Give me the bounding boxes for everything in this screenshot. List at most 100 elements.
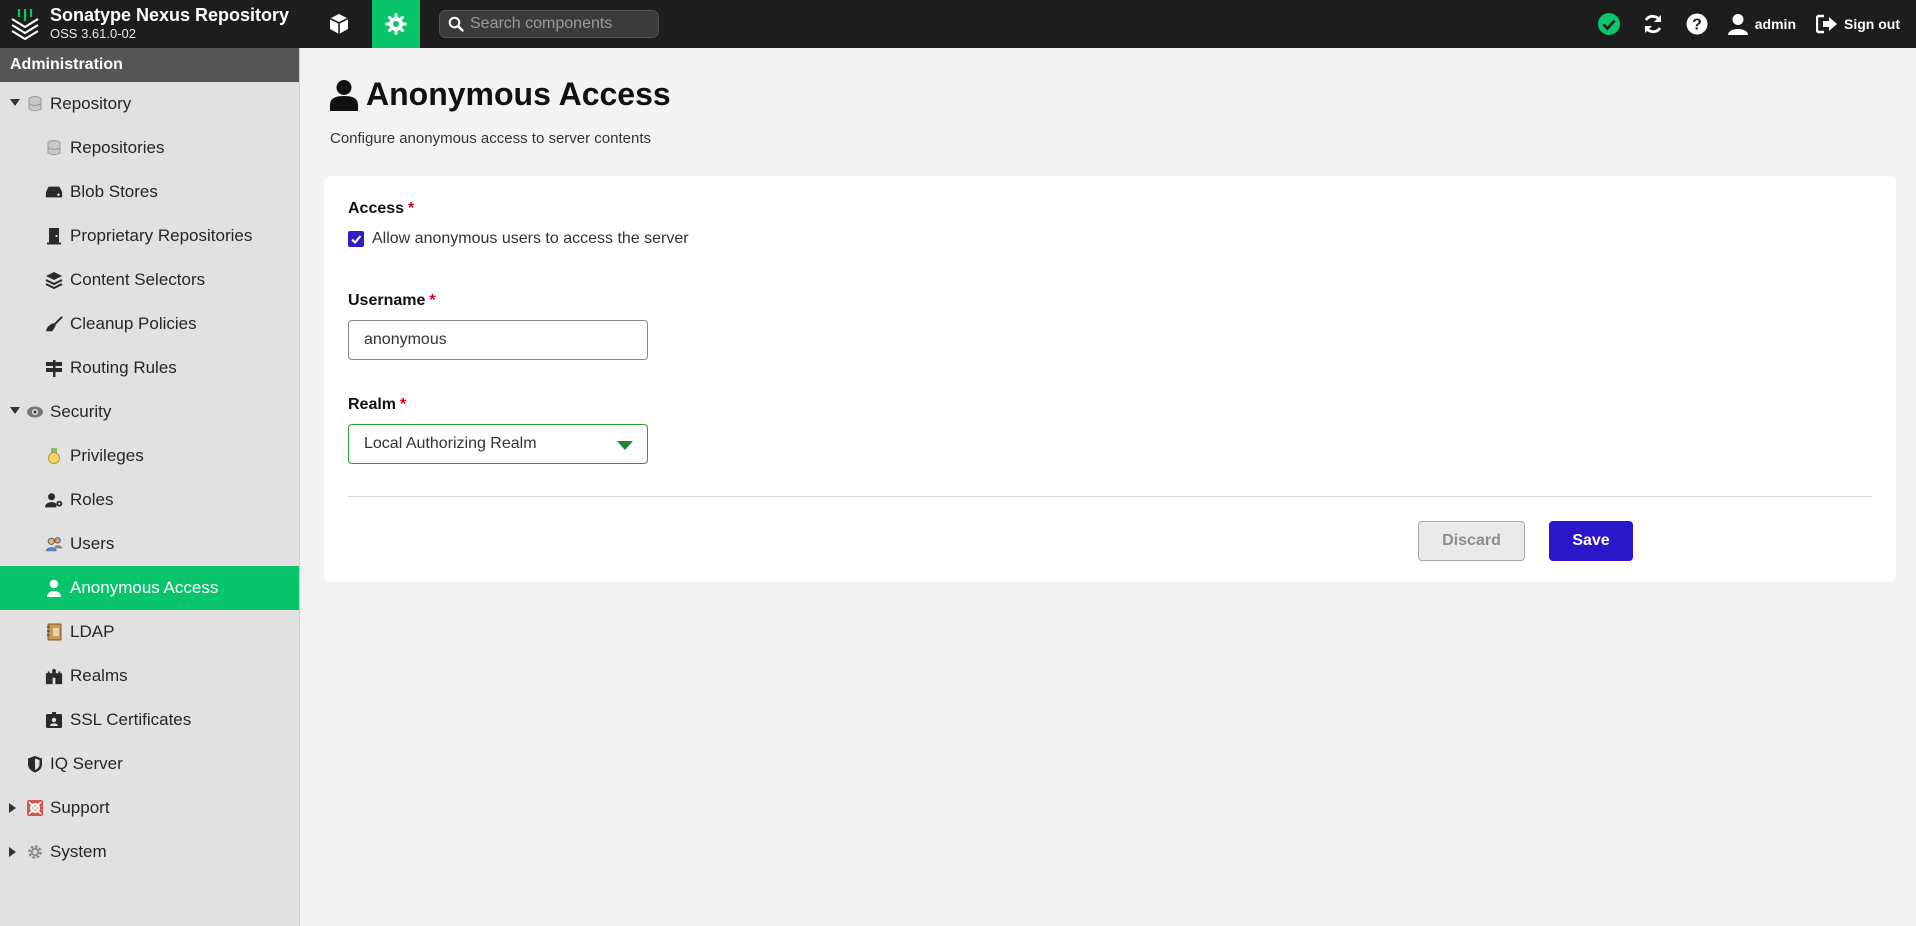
sidebar-item-label: Cleanup Policies	[70, 314, 197, 333]
help-icon: ?	[1686, 13, 1708, 35]
username-label-text: Username	[348, 292, 426, 309]
sidebar-item-proprietary-repositories[interactable]: Proprietary Repositories	[0, 214, 299, 258]
address-book-icon	[45, 623, 63, 641]
sidebar-item-users[interactable]: Users	[0, 522, 299, 566]
form-divider	[348, 496, 1872, 497]
sidebar-item-label: IQ Server	[50, 754, 123, 773]
sidebar-item-label: Repository	[50, 94, 132, 113]
layers-icon	[45, 271, 63, 289]
caret-down-icon[interactable]	[10, 407, 20, 414]
checkmark-icon	[351, 235, 362, 244]
help-button[interactable]: ?	[1675, 0, 1719, 48]
allow-anonymous-row[interactable]: Allow anonymous users to access the serv…	[348, 230, 689, 248]
lifebuoy-icon	[26, 799, 44, 817]
sidebar-item-label: Routing Rules	[70, 358, 177, 377]
sidebar-item-repository[interactable]: Repository	[0, 82, 299, 126]
username-input[interactable]	[348, 320, 648, 360]
user-icon	[1727, 14, 1748, 35]
realm-selected-value: Local Authorizing Realm	[364, 435, 537, 452]
sidebar-item-routing-rules[interactable]: Routing Rules	[0, 346, 299, 390]
search-box[interactable]	[439, 10, 659, 38]
sidebar-item-label: Content Selectors	[70, 270, 206, 289]
user-name: admin	[1754, 16, 1796, 32]
door-icon	[45, 227, 63, 245]
app-name: Sonatype Nexus Repository	[50, 5, 290, 25]
save-button[interactable]: Save	[1549, 521, 1633, 561]
hard-drive-icon	[45, 183, 63, 201]
sidebar-item-privileges[interactable]: Privileges	[0, 434, 299, 478]
discard-button[interactable]: Discard	[1418, 521, 1525, 561]
sidebar-item-repositories[interactable]: Repositories	[0, 126, 299, 170]
sidebar-item-label: Users	[70, 534, 115, 553]
refresh-button[interactable]	[1631, 0, 1675, 48]
id-badge-icon	[45, 711, 63, 729]
status-ok-icon	[1597, 13, 1620, 35]
chevron-down-icon	[617, 441, 633, 450]
users-icon	[45, 535, 63, 553]
sidebar-item-label: System	[50, 842, 107, 861]
sidebar-item-anonymous-access[interactable]: Anonymous Access	[0, 566, 299, 610]
sidebar-item-blob-stores[interactable]: Blob Stores	[0, 170, 299, 214]
user-icon	[330, 79, 358, 111]
sign-out-label: Sign out	[1844, 16, 1900, 32]
sidebar-item-iq-server[interactable]: IQ Server	[0, 742, 299, 786]
sidebar-title: Administration	[0, 48, 299, 82]
sidebar-item-realms[interactable]: Realms	[0, 654, 299, 698]
search-input[interactable]	[470, 15, 650, 33]
gear-icon	[385, 13, 407, 35]
sidebar-item-roles[interactable]: Roles	[0, 478, 299, 522]
user-icon	[45, 579, 63, 597]
sidebar-item-label: Support	[50, 798, 110, 817]
sidebar-item-cleanup-policies[interactable]: Cleanup Policies	[0, 302, 299, 346]
sign-out-icon	[1816, 14, 1837, 34]
sidebar-item-support[interactable]: Support	[0, 786, 299, 830]
required-marker: *	[429, 292, 436, 309]
caret-right-icon[interactable]	[9, 803, 16, 813]
database-icon	[45, 139, 63, 157]
caret-down-icon[interactable]	[10, 99, 20, 106]
user-menu[interactable]: admin	[1719, 0, 1808, 48]
eye-icon	[26, 403, 44, 421]
app-version: OSS 3.61.0-02	[50, 26, 136, 41]
sidebar-item-label: Realms	[70, 666, 128, 685]
sign-out-button[interactable]: Sign out	[1808, 0, 1916, 48]
required-marker: *	[400, 396, 407, 413]
broom-icon	[45, 315, 63, 333]
cube-icon	[329, 14, 349, 34]
username-label: Username *	[348, 292, 436, 310]
page-subtitle: Configure anonymous access to server con…	[330, 130, 651, 147]
sidebar-item-label: Privileges	[70, 446, 144, 465]
settings-form: Access * Allow anonymous users to access …	[324, 176, 1896, 582]
page-header: Anonymous Access	[330, 76, 671, 113]
sidebar-item-label: SSL Certificates	[70, 710, 192, 729]
sidebar-item-label: Anonymous Access	[70, 578, 219, 597]
sidebar-item-content-selectors[interactable]: Content Selectors	[0, 258, 299, 302]
administration-button[interactable]	[372, 0, 420, 48]
allow-anonymous-checkbox[interactable]	[348, 231, 364, 247]
sidebar-item-label: LDAP	[70, 622, 115, 641]
access-label-text: Access	[348, 200, 405, 217]
sidebar-item-label: Blob Stores	[70, 182, 158, 201]
sidebar-item-security[interactable]: Security	[0, 390, 299, 434]
nexus-logo-icon	[11, 8, 39, 40]
sidebar-item-label: Repositories	[70, 138, 165, 157]
realm-label: Realm *	[348, 396, 406, 414]
sidebar-item-label: Proprietary Repositories	[70, 226, 253, 245]
svg-text:?: ?	[1692, 17, 1702, 34]
access-label: Access *	[348, 200, 414, 218]
sidebar-item-ssl-certificates[interactable]: SSL Certificates	[0, 698, 299, 742]
sidebar-item-label: Security	[50, 402, 112, 421]
castle-icon	[45, 667, 63, 685]
browse-button[interactable]	[315, 0, 363, 48]
realm-select[interactable]: Local Authorizing Realm	[348, 424, 648, 464]
brand[interactable]: Sonatype Nexus Repository OSS 3.61.0-02	[10, 4, 289, 41]
user-gear-icon	[45, 491, 63, 509]
caret-right-icon[interactable]	[9, 847, 16, 857]
sidebar-item-system[interactable]: System	[0, 830, 299, 874]
sidebar-item-ldap[interactable]: LDAP	[0, 610, 299, 654]
shield-icon	[26, 755, 44, 773]
system-status-button[interactable]	[1587, 0, 1631, 48]
top-bar: Sonatype Nexus Repository OSS 3.61.0-02	[0, 0, 1916, 48]
medal-icon	[45, 447, 63, 465]
sidebar-item-label: Roles	[70, 490, 114, 509]
